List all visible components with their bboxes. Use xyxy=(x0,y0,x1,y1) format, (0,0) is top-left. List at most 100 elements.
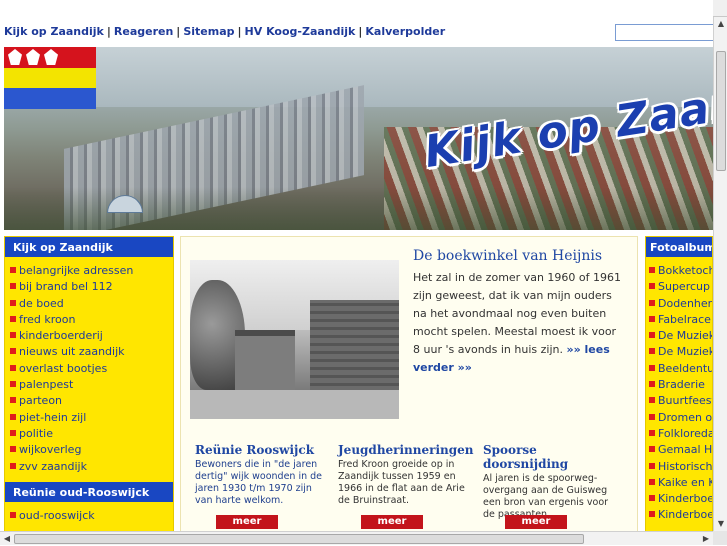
article-text: Het zal in de zomer van 1960 of 1961 zij… xyxy=(413,269,623,377)
sidebar-item-piet-hein-zijl[interactable]: piet-hein zijl xyxy=(9,410,173,426)
sidebar-item-palenpest[interactable]: palenpest xyxy=(9,377,173,393)
fotoalbum-item[interactable]: Fabelrace in xyxy=(648,312,712,328)
flag-yellow-band xyxy=(4,68,96,88)
sidebar-item-zvv-zaandijk[interactable]: zvv zaandijk xyxy=(9,459,173,475)
teaser-jeugdherinneringen: Jeugdherinneringen Fred Kroon groeide op… xyxy=(338,443,474,507)
sidebar-item-label: bij brand bel 112 xyxy=(19,280,113,294)
teaser-title[interactable]: Reünie Rooswijck xyxy=(195,443,323,457)
sidebar-item-parteon[interactable]: parteon xyxy=(9,393,173,409)
vertical-scrollbar[interactable]: ▲ ▼ xyxy=(713,17,727,531)
fotoalbum-item[interactable]: Historische xyxy=(648,459,712,475)
sidebar-item-label: wijkoverleg xyxy=(19,443,82,457)
nav-link-reageren[interactable]: Reageren xyxy=(114,25,173,38)
sidebar-item-bij-brand[interactable]: bij brand bel 112 xyxy=(9,279,173,295)
teaser-title[interactable]: Jeugdherinneringen xyxy=(338,443,474,457)
scroll-up-icon[interactable]: ▲ xyxy=(714,17,727,31)
fotoalbum-label: De Muziekt xyxy=(658,329,712,343)
bullet-icon xyxy=(10,381,16,388)
sidebar-item-label: parteon xyxy=(19,394,63,408)
sidebar-heading-kijk-op-zaandijk: Kijk op Zaandijk xyxy=(5,237,173,257)
sidebar-item-label: palenpest xyxy=(19,378,74,392)
fotoalbum-label: Dromen ove xyxy=(658,410,713,424)
scrollbar-corner xyxy=(713,531,727,545)
meer-button[interactable]: meer xyxy=(505,515,567,529)
fotoalbum-item[interactable]: Gemaal He xyxy=(648,442,712,458)
nav-link-hv-koog-zaandijk[interactable]: HV Koog-Zaandijk xyxy=(245,25,356,38)
sidebar-item-label: oud-rooswijck xyxy=(19,508,95,522)
sidebar-item-oud-rooswijck[interactable]: oud-rooswijck xyxy=(9,508,173,524)
sidebar-item-label: zvv zaandijk xyxy=(19,459,87,473)
sidebar-item-politie[interactable]: politie xyxy=(9,426,173,442)
bullet-icon xyxy=(10,348,16,355)
fotoalbum-item[interactable]: Beeldentui xyxy=(648,361,712,377)
sidebar-item-label: piet-hein zijl xyxy=(19,410,87,424)
sidebar-item-nieuws[interactable]: nieuws uit zaandijk xyxy=(9,344,173,360)
nav-separator: | xyxy=(106,25,111,38)
fotoalbum-item[interactable]: Folkloredag xyxy=(648,426,712,442)
teaser-text: Bewoners die in "de jaren dertig" wijk w… xyxy=(195,459,323,506)
scroll-right-icon[interactable]: ▶ xyxy=(699,532,713,546)
flag-blue-band xyxy=(4,88,96,109)
nav-link-kijk-op-zaandijk[interactable]: Kijk op Zaandijk xyxy=(4,25,104,38)
bullet-icon xyxy=(649,381,655,388)
fotoalbum-item[interactable]: Supercup F xyxy=(648,279,712,295)
teaser-text: Fred Kroon groeide op in Zaandijk tussen… xyxy=(338,459,465,506)
meer-button[interactable]: meer xyxy=(216,515,278,529)
fotoalbum-item[interactable]: Bokketocht xyxy=(648,263,712,279)
scroll-left-icon[interactable]: ◀ xyxy=(0,532,14,546)
fotoalbum-label: Historische xyxy=(658,459,713,473)
search-input[interactable] xyxy=(615,24,727,41)
scroll-down-icon[interactable]: ▼ xyxy=(714,517,727,531)
sidebar-item-de-boed[interactable]: de boed xyxy=(9,296,173,312)
nav-separator: | xyxy=(176,25,181,38)
sidebar-item-wijkoverleg[interactable]: wijkoverleg xyxy=(9,442,173,458)
photo-street xyxy=(190,390,399,419)
bullet-icon xyxy=(649,315,655,322)
teaser-reunie: Reünie Rooswijck Bewoners die in "de jar… xyxy=(195,443,323,507)
teaser-title[interactable]: Spoorse doorsnijding xyxy=(483,443,611,471)
bullet-icon xyxy=(10,299,16,306)
fotoalbum-item[interactable]: Kinderboei xyxy=(648,491,712,507)
right-sidebar: Fotoalbums Bokketocht Supercup F Dodenhe… xyxy=(645,236,713,531)
sidebar-item-kinderboerderij[interactable]: kinderboerderij xyxy=(9,328,173,344)
fotoalbum-item[interactable]: De Muziekt xyxy=(648,344,712,360)
sidebar-menu-reunie: oud-rooswijck xyxy=(5,502,173,526)
fotoalbum-item[interactable]: Dodenherd xyxy=(648,296,712,312)
vertical-scroll-thumb[interactable] xyxy=(716,51,726,171)
sidebar-item-overlast-bootjes[interactable]: overlast bootjes xyxy=(9,361,173,377)
flag-emblem xyxy=(26,49,40,65)
bullet-icon xyxy=(10,511,16,518)
fotoalbum-item[interactable]: De Muziekt xyxy=(648,328,712,344)
horizontal-scrollbar[interactable]: ◀ ▶ xyxy=(0,531,713,545)
fotoalbum-item[interactable]: Kaike en Ko xyxy=(648,475,712,491)
fotoalbum-label: Supercup F xyxy=(658,280,712,294)
teaser-spoorse-doorsnijding: Spoorse doorsnijding Al jaren is de spoo… xyxy=(483,443,611,521)
fotoalbum-label: Beeldentui xyxy=(658,361,713,375)
main-content: De boekwinkel van Heijnis Het zal in de … xyxy=(180,236,638,531)
bullet-icon xyxy=(10,267,16,273)
sidebar-item-label: politie xyxy=(19,426,53,440)
fotoalbum-item[interactable]: Dromen ove xyxy=(648,410,712,426)
fotoalbum-item[interactable]: Braderie xyxy=(648,377,712,393)
sidebar-item-fred-kroon[interactable]: fred kroon xyxy=(9,312,173,328)
meer-button[interactable]: meer xyxy=(361,515,423,529)
article-title[interactable]: De boekwinkel van Heijnis xyxy=(413,248,602,264)
bullet-icon xyxy=(649,511,655,518)
bullet-icon xyxy=(10,397,16,404)
nav-link-kalverpolder[interactable]: Kalverpolder xyxy=(365,25,445,38)
nav-separator: | xyxy=(237,25,242,38)
fotoalbum-label: Braderie xyxy=(658,378,705,392)
article-photo[interactable] xyxy=(190,260,399,419)
bullet-icon xyxy=(10,462,16,469)
horizontal-scroll-thumb[interactable] xyxy=(14,534,584,544)
fotoalbum-item[interactable]: Kinderboei xyxy=(648,507,712,523)
bullet-icon xyxy=(10,446,16,453)
fotoalbum-menu: Bokketocht Supercup F Dodenherd Fabelrac… xyxy=(646,257,712,524)
nav-separator: | xyxy=(358,25,363,38)
bullet-icon xyxy=(10,283,16,290)
sidebar-item-belangrijke-adressen[interactable]: belangrijke adressen xyxy=(9,263,173,279)
sidebar-item-label: fred kroon xyxy=(19,312,76,326)
nav-link-sitemap[interactable]: Sitemap xyxy=(183,25,234,38)
bullet-icon xyxy=(649,446,655,453)
fotoalbum-item[interactable]: Buurtfeest I xyxy=(648,393,712,409)
